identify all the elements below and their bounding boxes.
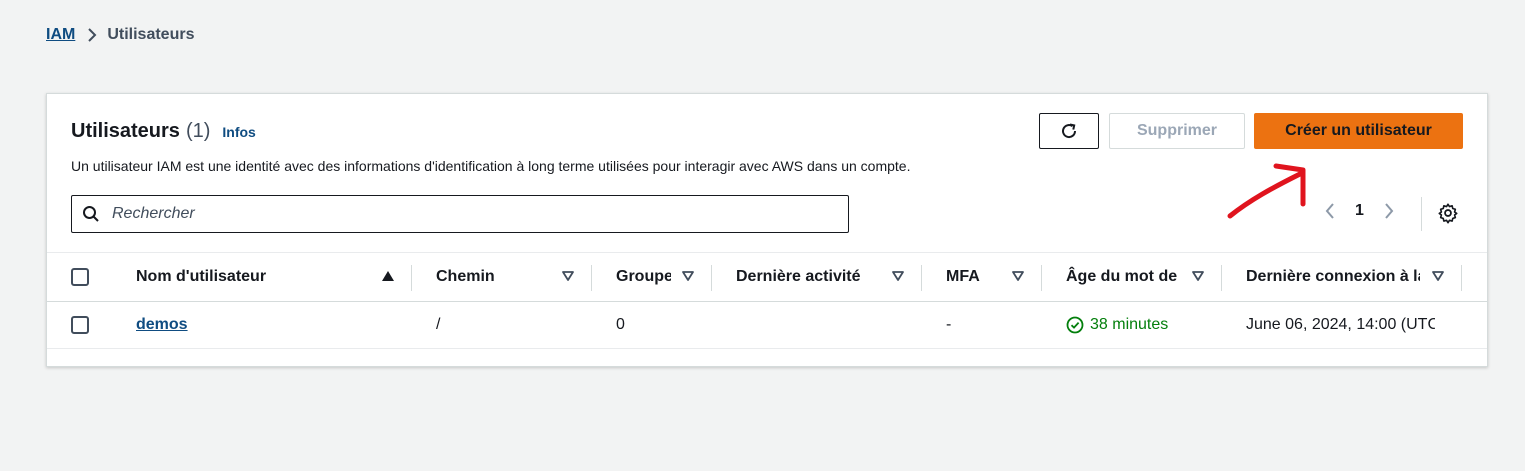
sort-ascending-icon[interactable] [381, 269, 395, 283]
row-checkbox[interactable] [71, 316, 89, 334]
path-cell: / [436, 316, 441, 333]
column-mfa[interactable]: MFA [946, 253, 996, 301]
refresh-icon [1062, 123, 1077, 139]
user-count: (1) [185, 120, 211, 142]
row-select-cell [71, 302, 101, 348]
info-link[interactable]: Infos [222, 124, 255, 140]
panel-title-text: Utilisateurs [71, 120, 180, 142]
column-last-activity[interactable]: Dernière activité [736, 253, 876, 301]
chevron-right-icon [87, 27, 97, 43]
column-divider[interactable] [1041, 265, 1042, 291]
column-last-console-login[interactable]: Dernière connexion à la console [1246, 253, 1420, 301]
column-divider[interactable] [591, 265, 592, 291]
select-all-checkbox[interactable] [71, 268, 89, 286]
pagination-divider [1421, 197, 1422, 231]
users-table: Nom d'utilisateur Chemin Groupes Dernièr… [47, 252, 1487, 349]
column-divider[interactable] [921, 265, 922, 291]
delete-button[interactable]: Supprimer [1109, 113, 1245, 149]
breadcrumb-iam-link[interactable]: IAM [46, 26, 75, 44]
page-title: Utilisateurs (1) Infos [71, 120, 256, 143]
column-divider[interactable] [1221, 265, 1222, 291]
last-activity-cell [736, 302, 896, 348]
settings-button[interactable] [1437, 202, 1459, 229]
chevron-left-icon[interactable] [1323, 201, 1337, 221]
sort-icon[interactable] [1431, 269, 1445, 283]
status-indicator: 38 minutes [1066, 316, 1168, 334]
password-age-cell: 38 minutes [1066, 302, 1216, 348]
page-number[interactable]: 1 [1355, 202, 1364, 220]
gear-icon [1438, 203, 1458, 224]
search-icon [83, 206, 99, 222]
breadcrumb-current: Utilisateurs [107, 26, 195, 43]
username-cell: demos [136, 302, 356, 348]
column-username[interactable]: Nom d'utilisateur [136, 253, 356, 301]
column-divider[interactable] [411, 265, 412, 291]
column-divider[interactable] [711, 265, 712, 291]
sort-icon[interactable] [561, 269, 575, 283]
column-divider[interactable] [1461, 265, 1462, 291]
column-path[interactable]: Chemin [436, 253, 546, 301]
search-field[interactable] [71, 195, 849, 233]
password-age-value: 38 minutes [1090, 316, 1169, 333]
breadcrumb: IAM Utilisateurs [46, 26, 194, 44]
column-password-age[interactable]: Âge du mot de passe [1066, 253, 1180, 301]
sort-icon[interactable] [1011, 269, 1025, 283]
username-link[interactable]: demos [136, 316, 188, 334]
panel-description: Un utilisateur IAM est une identité avec… [71, 158, 911, 174]
chevron-right-icon[interactable] [1382, 201, 1396, 221]
column-groups[interactable]: Groupes [616, 253, 671, 301]
table-row: demos / 0 - 38 minutes June 06, 2024, 14… [47, 302, 1487, 349]
sort-icon[interactable] [681, 269, 695, 283]
check-circle-icon [1066, 316, 1084, 334]
select-all-cell [71, 253, 101, 301]
refresh-button[interactable] [1039, 113, 1099, 149]
search-input[interactable] [110, 204, 814, 224]
users-panel: Utilisateurs (1) Infos Un utilisateur IA… [46, 93, 1488, 367]
pagination: 1 [1323, 201, 1396, 221]
create-user-button[interactable]: Créer un utilisateur [1254, 113, 1463, 149]
sort-icon[interactable] [891, 269, 905, 283]
sort-icon[interactable] [1191, 269, 1205, 283]
groups-cell: 0 [616, 316, 625, 333]
last-console-login-cell: June 06, 2024, 14:00 (UTC+02:00) [1246, 316, 1435, 333]
table-header: Nom d'utilisateur Chemin Groupes Dernièr… [47, 252, 1487, 302]
mfa-cell: - [946, 316, 952, 333]
